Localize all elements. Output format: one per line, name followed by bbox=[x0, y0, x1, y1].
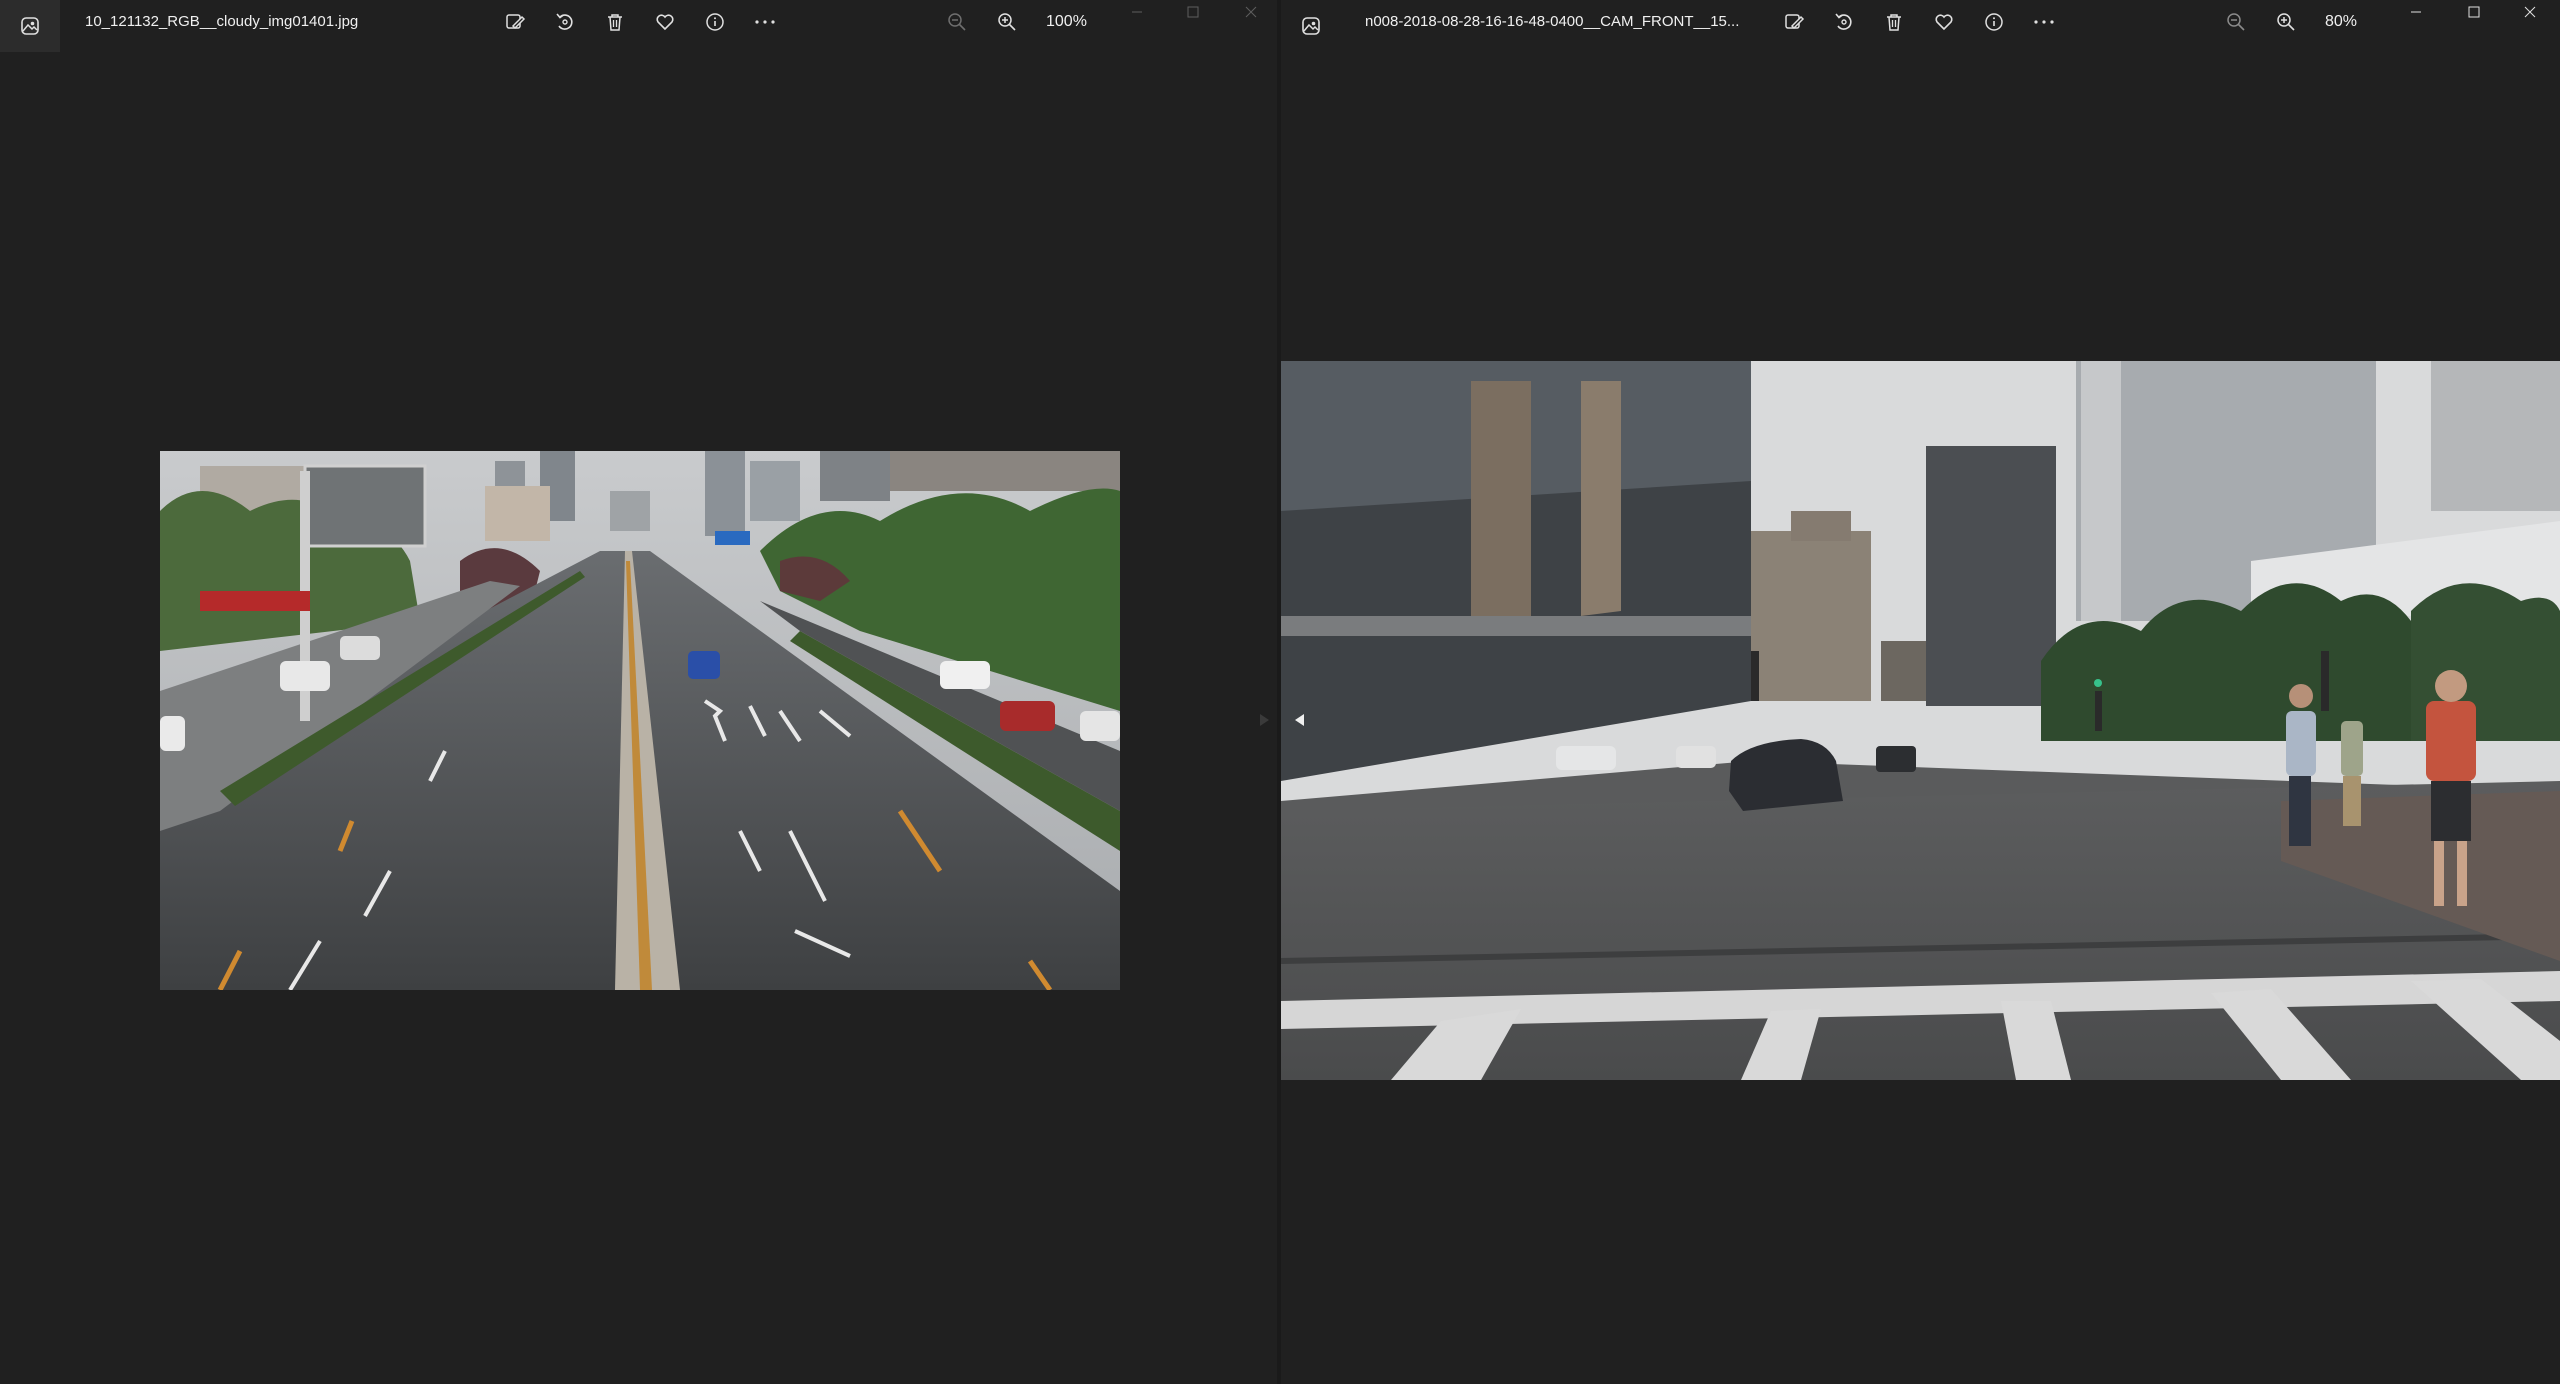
file-name: n008-2018-08-28-16-16-48-0400__CAM_FRONT… bbox=[1365, 13, 1740, 30]
close-icon[interactable] bbox=[1228, 0, 1274, 24]
info-icon[interactable] bbox=[1979, 8, 2009, 36]
maximize-icon[interactable] bbox=[2451, 0, 2497, 24]
delete-icon[interactable] bbox=[600, 8, 630, 36]
photo-viewer-window-left: 10_121132_RGB__cloudy_img01401.jpg 100% bbox=[0, 0, 1277, 1384]
minimize-icon[interactable] bbox=[1114, 0, 1160, 24]
zoom-level[interactable]: 80% bbox=[2325, 10, 2357, 34]
next-image-icon[interactable] bbox=[1252, 708, 1276, 732]
file-name: 10_121132_RGB__cloudy_img01401.jpg bbox=[85, 13, 359, 30]
rotate-icon[interactable] bbox=[1829, 8, 1859, 36]
rotate-icon[interactable] bbox=[550, 8, 580, 36]
previous-image-icon[interactable] bbox=[1287, 708, 1311, 732]
edit-image-icon[interactable] bbox=[1779, 8, 1809, 36]
titlebar: n008-2018-08-28-16-16-48-0400__CAM_FRONT… bbox=[1281, 0, 2560, 52]
zoom-level[interactable]: 100% bbox=[1046, 10, 1087, 34]
zoom-in-icon[interactable] bbox=[2271, 8, 2301, 36]
road-photo-beijing bbox=[160, 451, 1120, 990]
heart-icon[interactable] bbox=[650, 8, 680, 36]
zoom-in-icon[interactable] bbox=[992, 8, 1022, 36]
titlebar: 10_121132_RGB__cloudy_img01401.jpg 100% bbox=[0, 0, 1277, 52]
maximize-icon[interactable] bbox=[1170, 0, 1216, 24]
minimize-icon[interactable] bbox=[2393, 0, 2439, 24]
more-icon[interactable] bbox=[750, 8, 780, 36]
close-icon[interactable] bbox=[2507, 0, 2553, 24]
heart-icon[interactable] bbox=[1929, 8, 1959, 36]
photos-app-icon[interactable] bbox=[1281, 0, 1341, 52]
more-icon[interactable] bbox=[2029, 8, 2059, 36]
street-photo-camera-front bbox=[1281, 361, 2560, 1080]
photos-app-icon[interactable] bbox=[0, 0, 60, 52]
delete-icon[interactable] bbox=[1879, 8, 1909, 36]
photo-viewer-window-right: n008-2018-08-28-16-16-48-0400__CAM_FRONT… bbox=[1281, 0, 2560, 1384]
zoom-out-icon bbox=[942, 8, 972, 36]
zoom-out-icon[interactable] bbox=[2221, 8, 2251, 36]
info-icon[interactable] bbox=[700, 8, 730, 36]
edit-image-icon[interactable] bbox=[500, 8, 530, 36]
